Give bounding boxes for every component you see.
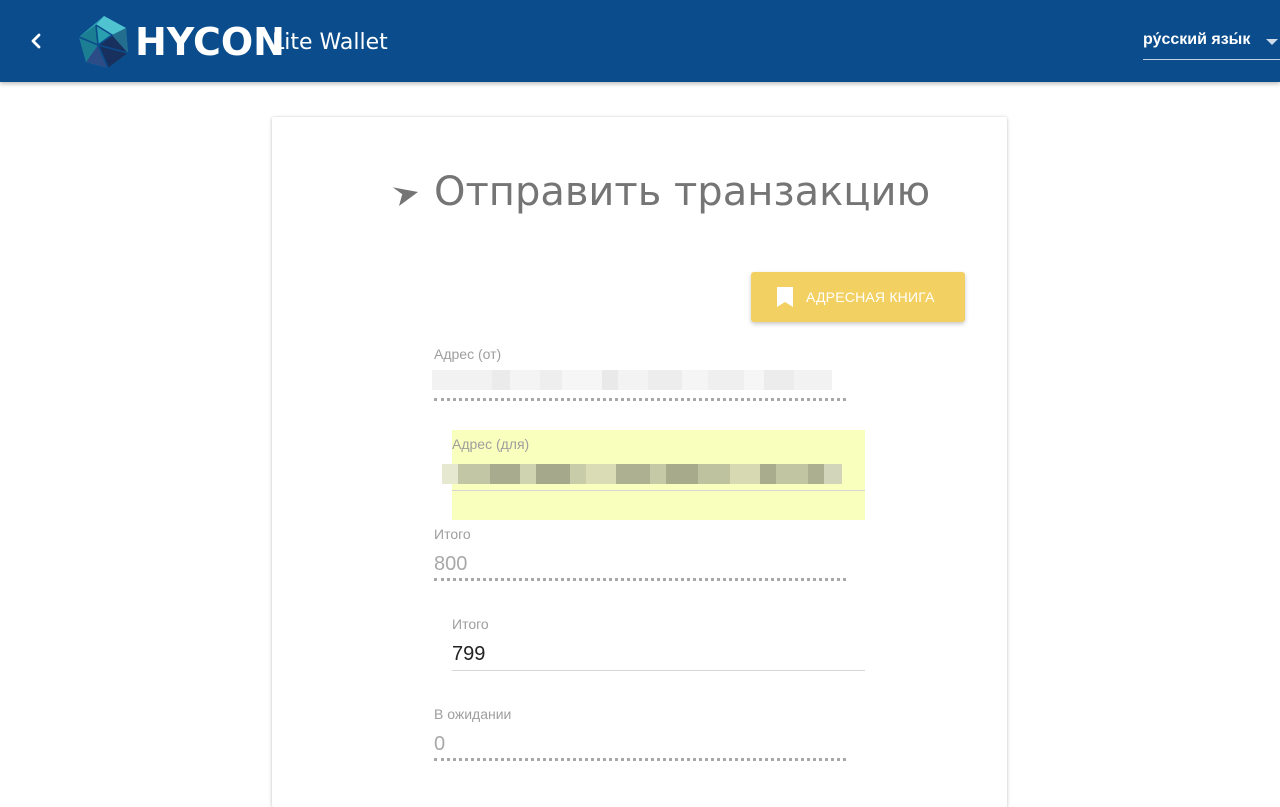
address-book-label: АДРЕСНАЯ КНИГА: [806, 289, 935, 305]
total-amount-value: 799: [452, 643, 486, 665]
total-disabled-value: 800: [434, 553, 468, 575]
total-disabled-label: Итого: [434, 526, 471, 542]
to-address-label: Адрес (для): [452, 436, 530, 452]
from-address-underline: [434, 398, 846, 401]
pending-field: В ожидании 0: [434, 706, 846, 764]
app-bar: HYCON Lite Wallet ру́сский язы́к: [0, 0, 1280, 82]
to-address-value-redacted: [442, 464, 862, 484]
title-row: Отправить транзакцию: [390, 167, 930, 217]
total-amount-label: Итого: [452, 616, 489, 632]
total-amount-field[interactable]: Итого 799: [452, 616, 865, 672]
from-address-value-redacted: [432, 370, 832, 390]
pending-value: 0: [434, 733, 446, 755]
product-name: Lite Wallet: [272, 30, 388, 55]
language-selected-value: ру́сский язы́к: [1143, 31, 1251, 48]
page-title: Отправить транзакцию: [434, 169, 931, 215]
from-address-label: Адрес (от): [434, 346, 502, 362]
to-address-underline: [452, 490, 865, 491]
send-icon: [390, 186, 418, 206]
hycon-logo-icon: [78, 16, 129, 69]
back-button[interactable]: [22, 27, 50, 55]
to-address-field[interactable]: Адрес (для): [442, 430, 865, 520]
from-address-field: Адрес (от): [432, 346, 846, 404]
brand-name: HYCON: [135, 20, 285, 64]
chevron-left-icon: [31, 33, 41, 49]
total-disabled-underline: [434, 578, 846, 581]
send-transaction-card: Отправить транзакцию АДРЕСНАЯ КНИГА Адре…: [272, 117, 1007, 807]
total-disabled-field: Итого 800: [434, 526, 846, 584]
address-book-button[interactable]: АДРЕСНАЯ КНИГА: [751, 272, 965, 322]
bookmark-icon: [777, 287, 793, 307]
caret-down-icon: [1266, 39, 1278, 45]
pending-label: В ожидании: [434, 706, 512, 722]
language-select[interactable]: ру́сский язы́к: [1143, 24, 1280, 60]
pending-underline: [434, 758, 846, 761]
total-amount-underline: [452, 670, 865, 671]
